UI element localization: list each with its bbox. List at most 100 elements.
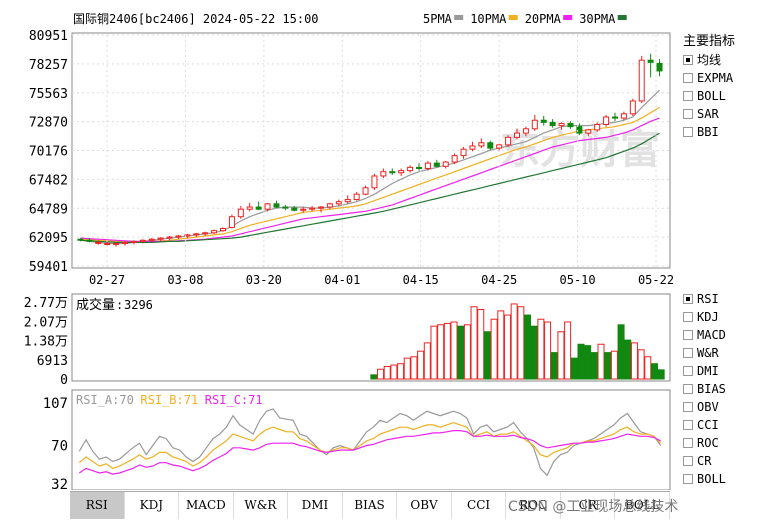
price-tick-label: 62095 bbox=[29, 231, 68, 246]
candle-body bbox=[549, 121, 556, 127]
volume-bar bbox=[617, 324, 625, 380]
candle bbox=[273, 200, 280, 209]
ma-legend-label: 5PMA bbox=[423, 12, 453, 26]
candle-body bbox=[130, 240, 137, 243]
candle-body bbox=[202, 232, 209, 235]
sub-indicator-obv[interactable]: OBV bbox=[683, 398, 726, 416]
option-label: BBI bbox=[697, 125, 719, 139]
checkbox[interactable] bbox=[683, 420, 693, 430]
volume-bar bbox=[417, 350, 425, 380]
main-indicator-boll[interactable]: BOLL bbox=[683, 87, 735, 105]
tab-bias[interactable]: BIAS bbox=[343, 492, 398, 519]
checkbox[interactable] bbox=[683, 127, 693, 137]
volume-title: 成交量 bbox=[76, 297, 115, 313]
volume-bar bbox=[557, 331, 565, 380]
checkbox[interactable] bbox=[683, 366, 693, 376]
volume-bar bbox=[483, 331, 491, 380]
volume-bar bbox=[497, 310, 505, 380]
ma-legend-swatch bbox=[508, 15, 518, 20]
candle-body bbox=[113, 243, 120, 246]
volume-bar bbox=[537, 318, 545, 380]
volume-bar bbox=[397, 363, 405, 380]
volume-bar bbox=[550, 352, 558, 380]
volume-bar bbox=[370, 374, 378, 380]
main-indicator-option[interactable]: 均线 bbox=[683, 51, 735, 69]
checkbox[interactable] bbox=[683, 312, 693, 322]
candle bbox=[603, 114, 610, 127]
tab-wr[interactable]: W&R bbox=[234, 492, 289, 519]
volume-bar bbox=[564, 321, 572, 380]
rsi-legend-rsi_c: RSI_C:71 bbox=[205, 393, 263, 407]
checkbox[interactable] bbox=[683, 384, 693, 394]
tab-kdj[interactable]: KDJ bbox=[125, 492, 180, 519]
tab-rsi[interactable]: RSI bbox=[70, 492, 125, 519]
volume-bar bbox=[604, 352, 612, 380]
checkbox[interactable] bbox=[683, 91, 693, 101]
volume-bar bbox=[450, 321, 458, 380]
candle-body bbox=[478, 142, 485, 147]
candle-body bbox=[300, 208, 307, 211]
volume-bar bbox=[524, 314, 532, 380]
checkbox[interactable] bbox=[683, 55, 693, 65]
volume-tick-label: 2.07万 bbox=[24, 315, 68, 330]
sub-indicator-bias[interactable]: BIAS bbox=[683, 380, 726, 398]
checkbox[interactable] bbox=[683, 402, 693, 412]
volume-bar bbox=[650, 363, 658, 380]
volume-colon: : bbox=[116, 298, 123, 312]
date-tick-label: 03-08 bbox=[167, 273, 203, 287]
tab-dmi[interactable]: DMI bbox=[288, 492, 343, 519]
sub-indicator-cr[interactable]: CR bbox=[683, 452, 726, 470]
volume-bar bbox=[577, 343, 585, 380]
sub-indicator-macd[interactable]: MACD bbox=[683, 326, 726, 344]
candle-body bbox=[620, 113, 627, 119]
volume-current: 3296 bbox=[124, 298, 153, 312]
sub-indicator-roc[interactable]: ROC bbox=[683, 434, 726, 452]
main-indicator-expma[interactable]: EXPMA bbox=[683, 69, 735, 87]
volume-bar bbox=[630, 342, 638, 380]
main-indicator-bbi[interactable]: BBI bbox=[683, 123, 735, 141]
checkbox[interactable] bbox=[683, 456, 693, 466]
volume-bar bbox=[544, 321, 552, 380]
checkbox[interactable] bbox=[683, 294, 693, 304]
candle bbox=[362, 185, 369, 196]
sub-indicator-boll[interactable]: BOLL bbox=[683, 470, 726, 488]
volume-bar bbox=[463, 324, 471, 380]
ma-legend-label: 30PMA bbox=[579, 12, 616, 26]
sub-indicator-wr[interactable]: W&R bbox=[683, 344, 726, 362]
rsi-tick-label: 70 bbox=[51, 439, 68, 455]
main-indicator-sar[interactable]: SAR bbox=[683, 105, 735, 123]
price-tick-label: 70176 bbox=[29, 145, 68, 160]
sub-indicator-dmi[interactable]: DMI bbox=[683, 362, 726, 380]
sub-indicator-rsi[interactable]: RSI bbox=[683, 290, 726, 308]
option-label: RSI bbox=[697, 292, 719, 306]
candle-body bbox=[424, 162, 431, 169]
option-label: W&R bbox=[697, 346, 719, 360]
checkbox[interactable] bbox=[683, 109, 693, 119]
checkbox[interactable] bbox=[683, 330, 693, 340]
candle bbox=[469, 141, 476, 152]
volume-bars bbox=[370, 303, 665, 380]
volume-bar bbox=[517, 306, 525, 380]
candle bbox=[478, 138, 485, 149]
price-tick-label: 67482 bbox=[29, 173, 68, 188]
candle-body bbox=[442, 161, 449, 167]
sub-indicator-kdj[interactable]: KDJ bbox=[683, 308, 726, 326]
checkbox[interactable] bbox=[683, 438, 693, 448]
candle bbox=[371, 173, 378, 190]
candle-body bbox=[576, 126, 583, 134]
candle bbox=[487, 140, 494, 151]
option-label: OBV bbox=[697, 400, 719, 414]
candle-body bbox=[531, 119, 538, 130]
price-tick-label: 59401 bbox=[29, 260, 68, 275]
volume-bar bbox=[477, 309, 485, 380]
checkbox[interactable] bbox=[683, 474, 693, 484]
tab-cci[interactable]: CCI bbox=[452, 492, 507, 519]
tab-macd[interactable]: MACD bbox=[179, 492, 234, 519]
tab-obv[interactable]: OBV bbox=[397, 492, 452, 519]
sub-indicator-cci[interactable]: CCI bbox=[683, 416, 726, 434]
checkbox[interactable] bbox=[683, 348, 693, 358]
candle bbox=[505, 135, 512, 148]
candle bbox=[612, 112, 618, 122]
price-tick-label: 78257 bbox=[29, 58, 68, 73]
checkbox[interactable] bbox=[683, 73, 693, 83]
